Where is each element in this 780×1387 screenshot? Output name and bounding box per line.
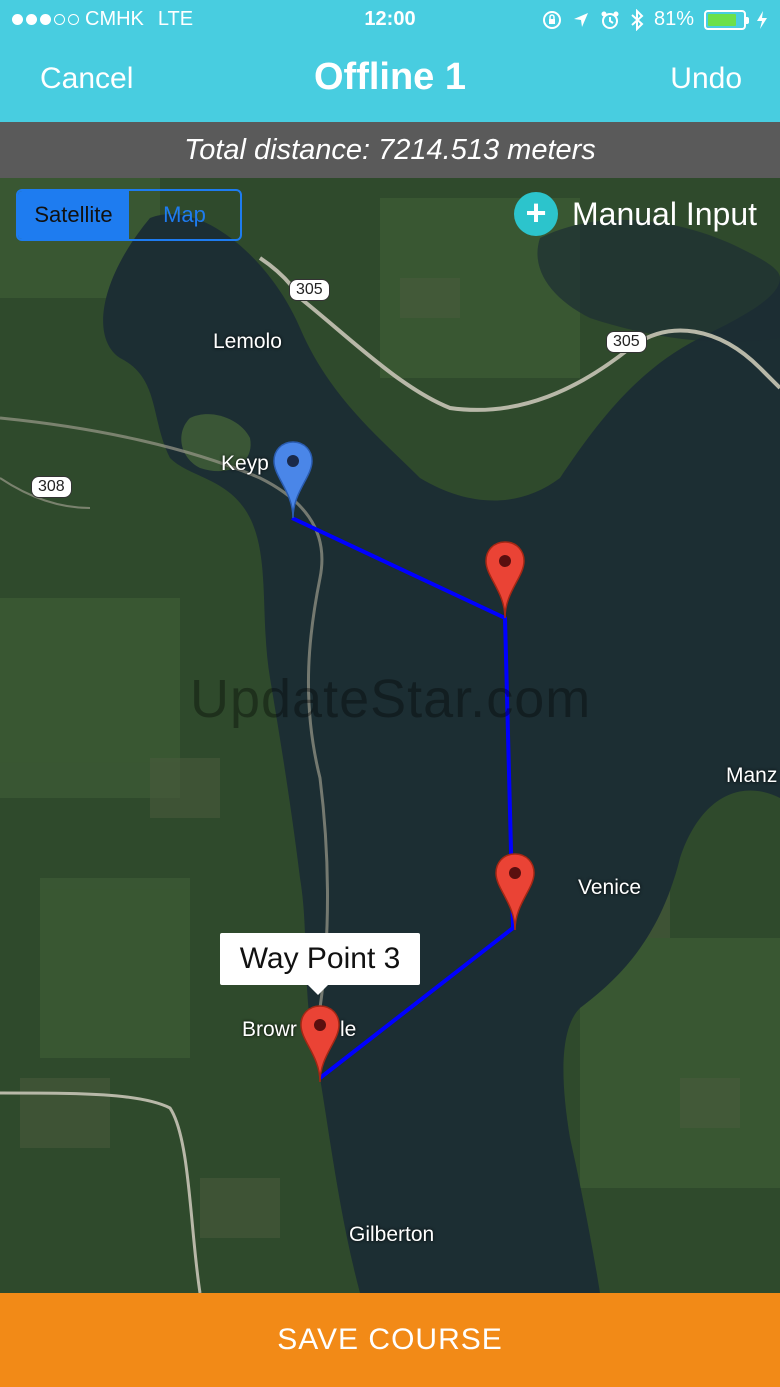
map-type-toggle[interactable]: Satellite Map — [16, 189, 242, 241]
satellite-option[interactable]: Satellite — [18, 191, 129, 239]
plus-icon: + — [514, 192, 558, 236]
manual-input-label: Manual Input — [572, 195, 758, 232]
navigation-bar: Cancel Offline 1 Undo — [0, 40, 780, 122]
waypoint-pin-icon[interactable] — [299, 1004, 341, 1084]
undo-button[interactable]: Undo — [670, 62, 742, 96]
start-pin-icon[interactable] — [272, 440, 314, 520]
top-bar: CMHK LTE 12:00 81% Cancel Offline 1 Undo — [0, 0, 780, 122]
route-shield-305: 305 — [289, 279, 330, 301]
route-shield-305: 305 — [606, 331, 647, 353]
place-label-manzanita: Manz — [726, 764, 778, 787]
battery-percent: 81% — [653, 8, 694, 30]
place-label-venice: Venice — [578, 876, 642, 899]
charging-bolt-icon — [757, 10, 767, 29]
place-label-keyport: Keyp — [221, 452, 269, 475]
place-label-lemolo: Lemolo — [213, 330, 282, 353]
map-option[interactable]: Map — [129, 191, 240, 239]
battery-icon — [704, 9, 749, 30]
manual-input-button[interactable]: + Manual Input — [514, 192, 757, 236]
waypoint-pin-icon[interactable] — [494, 852, 536, 932]
waypoint-callout[interactable]: Way Point 3 — [220, 933, 420, 995]
waypoint-pin-icon[interactable] — [484, 540, 526, 620]
save-course-button[interactable]: SAVE COURSE — [0, 1293, 780, 1387]
route-shield-308: 308 — [31, 476, 72, 498]
status-icons: 81% — [542, 8, 768, 31]
map-view[interactable]: Satellite Map + Manual Input 305 305 308… — [0, 178, 780, 1293]
place-label-brownsville-tail: le — [340, 1018, 357, 1041]
total-distance-bar: Total distance: 7214.513 meters — [0, 122, 780, 178]
cancel-button[interactable]: Cancel — [40, 62, 133, 96]
place-label-gilberton: Gilberton — [349, 1223, 435, 1246]
orientation-lock-icon — [542, 10, 561, 29]
bluetooth-icon — [631, 8, 644, 31]
alarm-icon — [601, 11, 619, 29]
status-bar: CMHK LTE 12:00 81% — [0, 0, 780, 40]
location-arrow-icon — [573, 12, 588, 27]
satellite-imagery — [0, 178, 780, 1293]
place-label-brownsville: Browr — [242, 1018, 297, 1041]
watermark: UpdateStar.com — [190, 669, 592, 729]
